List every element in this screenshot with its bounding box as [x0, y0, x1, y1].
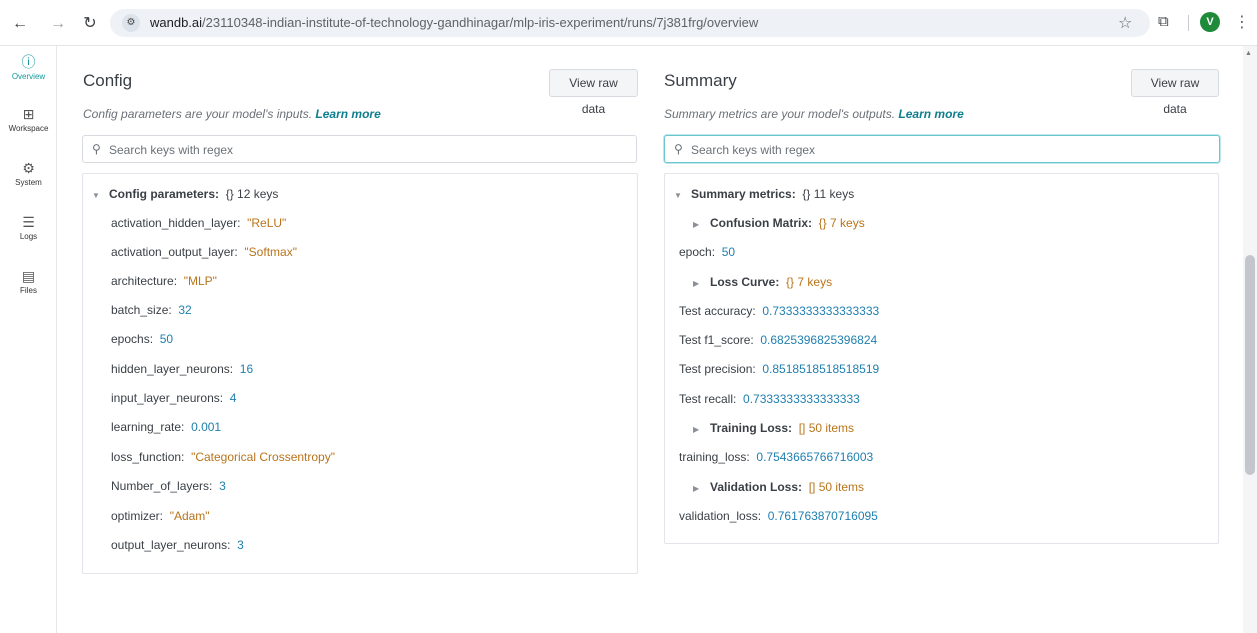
- summary-row: validation_loss: 0.761763870716095: [679, 509, 878, 523]
- expand-caret-icon[interactable]: ▶: [693, 484, 703, 493]
- summary-title: Summary: [664, 71, 737, 90]
- config-title: Config: [83, 71, 133, 90]
- collapse-caret-icon[interactable]: ▼: [92, 191, 102, 200]
- config-row: architecture: "MLP": [111, 274, 217, 288]
- url-text: wandb.ai/23110348-indian-institute-of-te…: [150, 15, 759, 30]
- config-row: epochs: 50: [111, 332, 174, 346]
- file-icon: ▤: [21, 268, 36, 284]
- config-row: learning_rate: 0.001: [111, 420, 222, 434]
- config-group-label: Config parameters:: [109, 187, 220, 201]
- list-icon: ☰: [22, 214, 35, 230]
- config-view-raw-button[interactable]: View raw data: [549, 69, 638, 116]
- config-search-input[interactable]: ⚲: [82, 135, 637, 163]
- summary-row: Test precision: 0.8518518518518519: [679, 362, 880, 376]
- config-row: hidden_layer_neurons: 16: [111, 362, 254, 376]
- address-bar[interactable]: ⚙ wandb.ai/23110348-indian-institute-of-…: [110, 9, 1150, 37]
- summary-row-expandable[interactable]: ▶ Training Loss: [] 50 items: [693, 421, 854, 435]
- config-row: optimizer: "Adam": [111, 509, 210, 523]
- scroll-up-arrow-icon[interactable]: ▲: [1245, 50, 1252, 57]
- sidebar-item-files[interactable]: ▤ Files: [0, 268, 57, 295]
- summary-view-raw-button[interactable]: View raw data: [1131, 69, 1219, 116]
- config-row: batch_size: 32: [111, 303, 192, 317]
- summary-description: Summary metrics are your model's outputs…: [664, 107, 964, 121]
- summary-row-expandable[interactable]: ▶ Loss Curve: {} 7 keys: [693, 275, 832, 289]
- info-icon: ⓘ: [21, 54, 36, 70]
- sidebar-item-label: Overview: [11, 72, 46, 81]
- sidebar-item-label: Logs: [19, 232, 38, 241]
- config-search-field[interactable]: [109, 140, 609, 159]
- summary-row-expandable[interactable]: ▶ Validation Loss: [] 50 items: [693, 480, 864, 494]
- config-description: Config parameters are your model's input…: [83, 107, 381, 121]
- search-icon: ⚲: [674, 142, 683, 156]
- summary-group-row[interactable]: ▼ Summary metrics: {} 11 keys: [674, 187, 854, 201]
- config-group-meta: {} 12 keys: [225, 187, 279, 201]
- sidebar: ⓘ Overview ⊞ Workspace ⚙ System ☰ Logs ▤…: [0, 46, 57, 633]
- summary-learn-more-link[interactable]: Learn more: [898, 107, 963, 121]
- workspace-icon: ⊞: [22, 106, 35, 122]
- summary-row: Test f1_score: 0.6825396825396824: [679, 333, 878, 347]
- config-row: Number_of_layers: 3: [111, 479, 226, 493]
- more-menu-icon[interactable]: ⋮: [1234, 12, 1250, 32]
- sidebar-item-workspace[interactable]: ⊞ Workspace: [0, 106, 57, 133]
- config-group-row[interactable]: ▼ Config parameters: {} 12 keys: [92, 187, 278, 201]
- summary-group-label: Summary metrics:: [691, 187, 796, 201]
- forward-arrow-icon[interactable]: →: [48, 14, 68, 34]
- summary-row-expandable[interactable]: ▶ Confusion Matrix: {} 7 keys: [693, 216, 865, 230]
- back-arrow-icon[interactable]: ←: [10, 14, 30, 34]
- summary-search-input[interactable]: ⚲: [664, 135, 1220, 163]
- profile-avatar[interactable]: V: [1200, 12, 1220, 32]
- expand-caret-icon[interactable]: ▶: [693, 220, 703, 229]
- sidebar-item-label: System: [15, 178, 42, 187]
- expand-caret-icon[interactable]: ▶: [693, 425, 703, 434]
- summary-row: Test accuracy: 0.7333333333333333: [679, 304, 880, 318]
- config-row: loss_function: "Categorical Crossentropy…: [111, 450, 335, 464]
- chip-icon: ⚙: [22, 160, 35, 176]
- sidebar-item-overview[interactable]: ⓘ Overview: [0, 54, 57, 81]
- search-icon: ⚲: [92, 142, 101, 156]
- config-row: activation_hidden_layer: "ReLU": [111, 216, 287, 230]
- collapse-caret-icon[interactable]: ▼: [674, 191, 684, 200]
- site-info-icon[interactable]: ⚙: [122, 14, 140, 32]
- sidebar-item-system[interactable]: ⚙ System: [0, 160, 57, 187]
- summary-row: epoch: 50: [679, 245, 736, 259]
- summary-group-meta: {} 11 keys: [802, 187, 855, 201]
- config-description-text: Config parameters are your model's input…: [83, 107, 313, 121]
- summary-description-text: Summary metrics are your model's outputs…: [664, 107, 896, 121]
- config-row: output_layer_neurons: 3: [111, 538, 244, 552]
- scrollbar-thumb[interactable]: [1245, 255, 1255, 475]
- extensions-icon[interactable]: ⧉: [1158, 13, 1169, 30]
- config-row: input_layer_neurons: 4: [111, 391, 237, 405]
- summary-search-field[interactable]: [691, 140, 1191, 159]
- bookmark-star-icon[interactable]: ☆: [1118, 13, 1132, 33]
- sidebar-item-label: Files: [20, 286, 37, 295]
- summary-row: training_loss: 0.7543665766716003: [679, 450, 874, 464]
- reload-icon[interactable]: ↻: [80, 14, 100, 34]
- expand-caret-icon[interactable]: ▶: [693, 279, 703, 288]
- sidebar-item-label: Workspace: [8, 124, 49, 133]
- config-learn-more-link[interactable]: Learn more: [315, 107, 380, 121]
- sidebar-item-logs[interactable]: ☰ Logs: [0, 214, 57, 241]
- browser-toolbar: ← → ↻ ⚙ wandb.ai/23110348-indian-institu…: [0, 0, 1257, 46]
- summary-row: Test recall: 0.7333333333333333: [679, 392, 860, 406]
- toolbar-divider: [1188, 15, 1189, 31]
- config-row: activation_output_layer: "Softmax": [111, 245, 297, 259]
